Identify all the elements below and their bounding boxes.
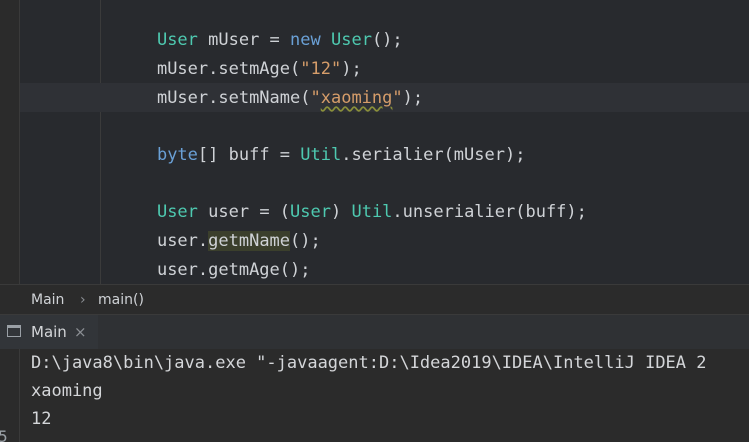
indent-guide xyxy=(100,0,101,284)
code-line-3[interactable]: mUser.setmName("xaoming"); xyxy=(116,55,423,108)
code-line-5[interactable]: byte[] buff = Util.serialier(mUser); xyxy=(116,112,526,165)
code-line-8[interactable]: user.getmName(); xyxy=(116,198,321,251)
breadcrumb: Main › main() xyxy=(0,284,749,315)
code-line-1[interactable]: User mUser = new User(); xyxy=(116,0,403,50)
token-type: Util xyxy=(300,145,342,165)
token-text: ); xyxy=(402,88,424,108)
console-line-command: D:\java8\bin\java.exe "-javaagent:D:\Ide… xyxy=(31,353,707,373)
console-line-output: 12 xyxy=(31,409,52,429)
token-text: .unserialier(buff); xyxy=(392,202,587,222)
token-keyword: byte xyxy=(156,145,198,165)
console-icon xyxy=(7,325,21,337)
run-tab-label: Main xyxy=(31,323,67,341)
token-text: ) xyxy=(330,202,352,222)
console-line-output: xaoming xyxy=(31,381,103,401)
token-text: (); xyxy=(371,30,403,50)
token-text: .serialier(mUser); xyxy=(341,145,526,165)
token-string: " xyxy=(392,88,403,108)
editor-gutter xyxy=(0,0,20,284)
token-string: " xyxy=(310,88,321,108)
breadcrumb-separator-icon: › xyxy=(80,292,86,308)
token-text: [] buff = xyxy=(197,145,301,165)
side-digit: 5 xyxy=(0,427,8,442)
code-line-2[interactable]: mUser.setmAge("12"); xyxy=(116,26,362,79)
close-icon[interactable]: × xyxy=(74,323,87,341)
token-text: user.getmAge(); xyxy=(156,260,311,280)
code-line-7[interactable]: User user = (User) Util.unserialier(buff… xyxy=(116,169,587,222)
code-line-9[interactable]: user.getmAge(); xyxy=(116,227,311,280)
breadcrumb-class[interactable]: Main xyxy=(31,292,64,308)
token-string-typo: xaoming xyxy=(320,88,393,108)
run-tab-main[interactable]: Main × xyxy=(0,315,98,349)
console-output[interactable]: 5 D:\java8\bin\java.exe "-javaagent:D:\I… xyxy=(0,349,749,442)
token-text: mUser.setmName( xyxy=(156,88,311,108)
run-tool-window-header: Main × xyxy=(0,314,749,350)
token-type: Util xyxy=(351,202,393,222)
breadcrumb-method[interactable]: main() xyxy=(98,292,144,308)
code-editor[interactable]: User mUser = new User(); mUser.setmAge("… xyxy=(0,0,749,284)
